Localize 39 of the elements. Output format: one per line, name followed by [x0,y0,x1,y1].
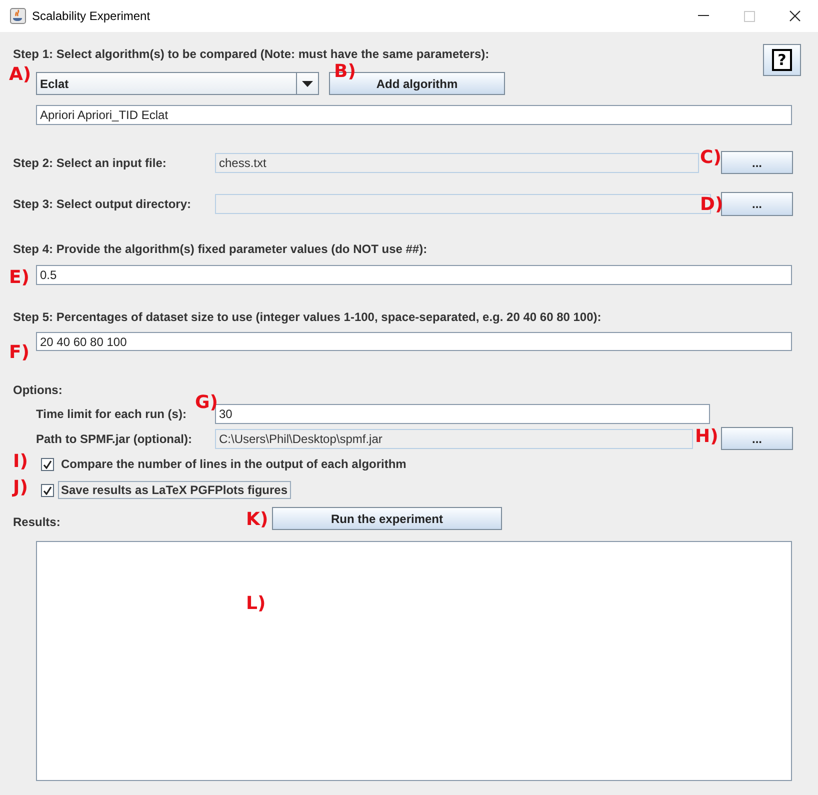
text-field[interactable]: 20 40 60 80 100 [36,332,792,351]
annotation-label: H) [695,427,718,447]
browse-button[interactable]: ... [721,427,793,450]
caret-icon [302,80,313,86]
checkbox[interactable] [41,458,54,470]
field-label: Time limit for each run (s): [36,406,188,422]
step-label: Step 1: Select algorithm(s) to be compared (Note: must have the same parameters): [13,46,490,62]
section-heading: Results: [13,514,60,530]
step-label: Step 5: Percentages of dataset size to use (integer values 1-100, space-separated, e.g. 20 40 60 80 100): [13,309,602,325]
annotation-label: I) [13,452,28,472]
annotation-label: F) [9,343,30,363]
time-limit-field[interactable]: 30 [215,404,710,424]
algorithm-dropdown[interactable]: Eclat [36,72,319,95]
checkbox-label[interactable]: Compare the number of lines in the output of each algorithm [58,455,410,473]
step-label: Step 4: Provide the algorithm(s) fixed parameter values (do NOT use ##): [13,241,428,257]
field-label: Step 3: Select output directory: [13,196,192,212]
field-label: Step 2: Select an input file: [13,154,168,170]
section-heading: Options: [13,382,64,398]
annotation-label: L) [246,594,266,614]
browse-button[interactable]: ... [721,192,793,216]
annotation-label: D) [700,195,724,215]
annotation-label: K) [246,510,268,530]
results-area[interactable] [36,541,792,781]
field-label: Path to SPMF.jar (optional): [36,430,193,446]
checkbox-label[interactable]: Save results as LaTeX PGFPlots figures [58,481,291,499]
annotation-label: C) [700,148,722,168]
help-button[interactable]: ? [763,44,801,76]
annotation-label: J) [13,478,28,498]
text-field[interactable]: 0.5 [36,265,792,285]
browse-button[interactable]: ... [721,151,793,174]
selected-algorithms-field[interactable]: Apriori Apriori_TID Eclat [36,105,792,125]
checkbox[interactable] [41,484,54,496]
path-field[interactable]: chess.txt [215,152,699,172]
annotation-label: A) [9,65,32,85]
window-title: Scalability Experiment [32,9,150,23]
app-icon [10,8,26,24]
path-field[interactable]: C:\Users\Phil\Desktop\spmf.jar [215,428,693,448]
annotation-label: E) [9,268,30,288]
run-experiment-button[interactable]: Run the experiment [272,507,502,530]
